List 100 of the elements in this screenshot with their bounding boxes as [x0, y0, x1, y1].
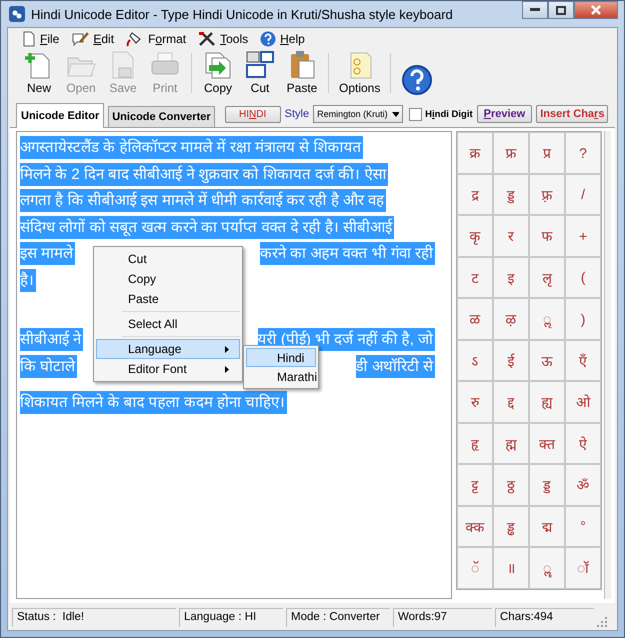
character-key[interactable]: प्र	[529, 132, 566, 174]
editor-text: लगता है कि सीबीआई इस मामले में धीमी कार्रवाई कर रही है और वह	[20, 189, 386, 212]
character-key[interactable]: ॥	[493, 547, 530, 588]
character-key[interactable]: ऊ	[529, 340, 566, 381]
toolbar-button[interactable]: Cut	[241, 50, 279, 95]
menu-item[interactable]: Format	[124, 31, 188, 47]
checkbox-label: Hindi Digit	[425, 108, 473, 120]
status-field: Status : Idle!	[12, 608, 176, 627]
character-key[interactable]: द्र	[457, 174, 494, 215]
character-key[interactable]: द्द	[493, 381, 530, 422]
minimize-button[interactable]	[522, 1, 548, 19]
text-editor[interactable]	[16, 131, 452, 599]
menu-item[interactable]: Paste	[96, 289, 240, 309]
editor-text: डी अथॉरिटी से	[356, 354, 436, 378]
hindi-button[interactable]: HINDI	[224, 106, 281, 122]
toolbar-button[interactable]: New	[20, 50, 58, 95]
menu-item[interactable]: Copy	[96, 269, 240, 289]
editor-text: सीबीआई ने	[20, 328, 84, 351]
character-key[interactable]: ह्य	[529, 381, 566, 422]
tab[interactable]: Unicode Editor	[16, 103, 104, 128]
character-key[interactable]: लृ	[529, 256, 566, 298]
document-icon	[22, 31, 36, 47]
status-field: Language : HI	[179, 608, 283, 627]
menu-item[interactable]: Help	[258, 31, 307, 47]
menu-item[interactable]: Language	[96, 339, 240, 359]
character-key[interactable]: र	[493, 215, 530, 256]
character-key[interactable]: कृ	[457, 215, 494, 256]
character-key[interactable]: ओ	[565, 381, 602, 422]
character-key[interactable]: द्म	[529, 506, 566, 547]
maximize-icon	[556, 6, 566, 14]
character-key[interactable]: ट्ट	[457, 464, 494, 506]
character-key[interactable]: ॐ	[565, 464, 602, 506]
character-key[interactable]: रु	[457, 381, 494, 422]
maximize-button[interactable]	[548, 1, 574, 19]
character-key[interactable]: ड्ड	[529, 464, 566, 506]
toolbar-button[interactable]: Paste	[283, 50, 321, 95]
editor-text: इस मामले	[20, 242, 76, 265]
menu-item[interactable]: Marathi	[246, 367, 316, 386]
menu-item[interactable]: Edit	[69, 31, 116, 47]
menu-item[interactable]: Cut	[96, 249, 240, 269]
close-button[interactable]	[574, 1, 618, 19]
minimize-icon	[530, 8, 540, 12]
character-key[interactable]: फ	[529, 215, 566, 256]
tools-icon	[198, 31, 216, 47]
character-key[interactable]: क्र	[457, 132, 494, 174]
app-icon	[9, 6, 25, 22]
menu-item[interactable]: Hindi	[246, 348, 316, 367]
character-key[interactable]: ठ्ठ	[493, 464, 530, 506]
close-icon	[591, 5, 601, 15]
menu-item[interactable]: File	[20, 31, 62, 47]
character-key[interactable]: इ	[493, 256, 530, 298]
character-key[interactable]: क्त	[529, 422, 566, 464]
character-key[interactable]: ड्ढ	[493, 506, 530, 547]
character-key[interactable]: ळ	[457, 298, 494, 340]
menu-item[interactable]: Editor Font	[96, 359, 240, 379]
tab[interactable]: Unicode Converter	[108, 106, 215, 127]
character-key[interactable]: ऐ	[565, 422, 602, 464]
style-dropdown[interactable]: Remington (Kruti)	[313, 105, 404, 123]
character-key[interactable]: एँ	[565, 340, 602, 381]
character-key[interactable]: ह्म	[493, 422, 530, 464]
character-key[interactable]: हृ	[457, 422, 494, 464]
submenu-arrow-icon	[225, 366, 229, 372]
character-key[interactable]: /	[565, 174, 602, 215]
character-key[interactable]: फ़्र	[529, 174, 566, 215]
character-key[interactable]: ई	[493, 340, 530, 381]
character-key[interactable]: (	[565, 256, 602, 298]
help-icon	[401, 65, 434, 95]
window-title: Hindi Unicode Editor - Type Hindi Unicode in Kruti/Shusha style keyboard	[31, 6, 454, 22]
character-key[interactable]: ड्ड	[493, 174, 530, 215]
help-icon	[260, 31, 276, 47]
pencil-note-icon	[71, 31, 90, 47]
character-key[interactable]: फ्र	[493, 132, 530, 174]
editor-text: करने का अहम वक्त भी गंवा रही	[260, 242, 436, 265]
editor-text: कि घोटाले	[20, 354, 78, 378]
character-key[interactable]: ऴ	[493, 298, 530, 340]
menu-item[interactable]: Select All	[96, 314, 240, 334]
character-key[interactable]: +	[565, 215, 602, 256]
toolbar-button[interactable]: Copy	[199, 50, 237, 95]
character-key[interactable]: )	[565, 298, 602, 340]
character-key[interactable]: ॣ	[529, 547, 566, 588]
character-key[interactable]: ॅ	[457, 547, 494, 588]
character-key[interactable]: ट	[457, 256, 494, 298]
checkbox[interactable]	[409, 108, 422, 120]
preview-button[interactable]: Preview	[476, 105, 532, 123]
status-field: Words:97	[393, 608, 492, 627]
submenu-arrow-icon	[225, 346, 229, 352]
character-key[interactable]: ?	[565, 132, 602, 174]
scrollbar[interactable]	[604, 131, 611, 599]
character-key[interactable]: ॉ	[565, 547, 602, 588]
dropdown-arrow-icon	[392, 112, 400, 116]
insert-chars-button[interactable]: Insert Chars	[536, 105, 608, 123]
status-field: Mode : Converter	[286, 608, 390, 627]
character-key[interactable]: °	[565, 506, 602, 547]
character-key[interactable]: ऽ	[457, 340, 494, 381]
menu-item[interactable]: Tools	[196, 31, 250, 47]
toolbar-button[interactable]: Options	[336, 50, 384, 95]
editor-text: है।	[20, 268, 36, 292]
character-key[interactable]: ॢ	[529, 298, 566, 340]
character-key[interactable]: क्क	[457, 506, 494, 547]
status-field: Chars:494	[495, 608, 594, 627]
